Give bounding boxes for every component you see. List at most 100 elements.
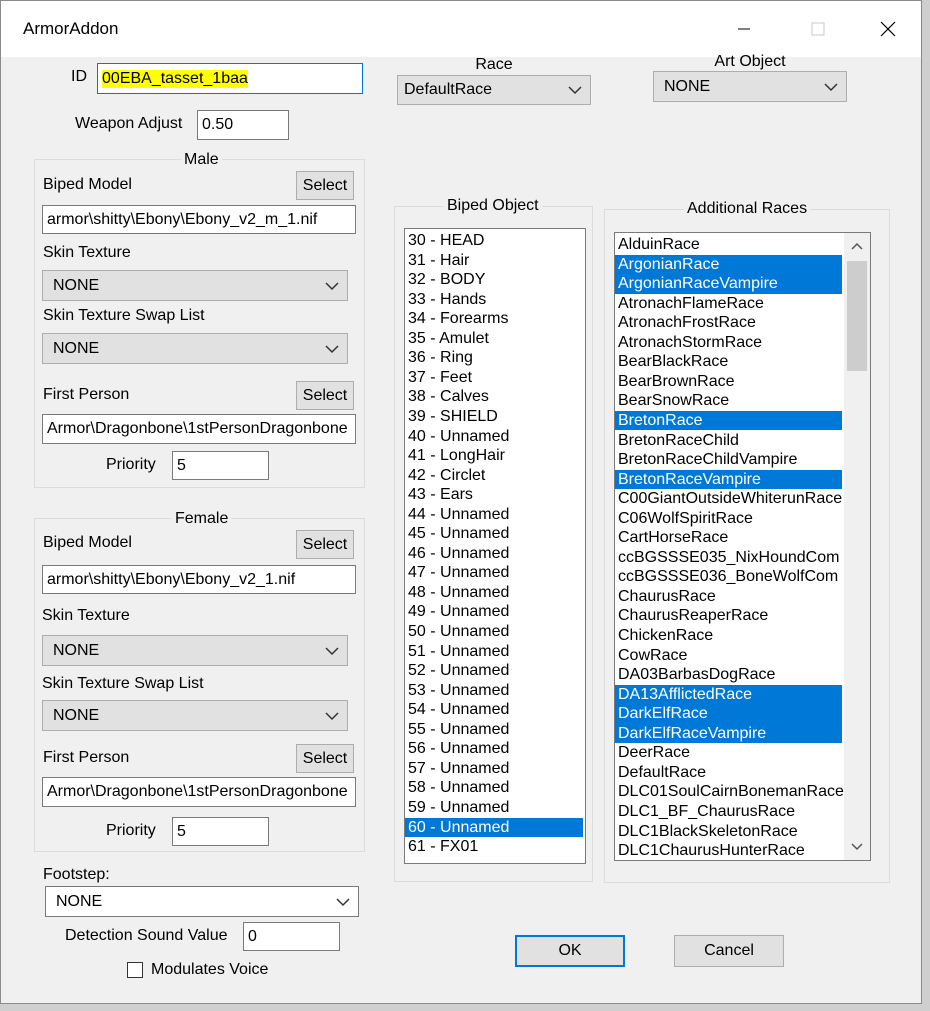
races-scrollbar[interactable] — [844, 233, 870, 860]
list-item[interactable]: C06WolfSpiritRace — [615, 509, 842, 529]
biped-object-list[interactable]: 30 - HEAD 31 - Hair 32 - BODY 33 - Hands 34 … — [404, 228, 586, 864]
female-priority-input[interactable]: 5 — [172, 817, 269, 846]
list-item[interactable]: ChaurusReaperRace — [615, 606, 842, 626]
list-item[interactable]: ArgonianRaceVampire — [615, 274, 842, 294]
male-priority-input[interactable]: 5 — [172, 451, 269, 480]
list-item[interactable]: DLC1_BF_ChaurusRace — [615, 802, 842, 822]
female-swap-list-dropdown[interactable]: NONE — [42, 700, 348, 731]
list-item[interactable]: DLC1BlackSkeletonRace — [615, 822, 842, 842]
list-item[interactable]: 60 - Unnamed — [405, 817, 583, 837]
weapon-adjust-input[interactable]: 0.50 — [197, 110, 289, 140]
female-first-person-select-button[interactable]: Select — [296, 744, 354, 773]
close-button[interactable] — [865, 11, 911, 47]
list-item[interactable]: 58 - Unnamed — [405, 778, 583, 798]
list-item[interactable]: 53 - Unnamed — [405, 681, 583, 701]
list-item[interactable]: DarkElfRaceVampire — [615, 723, 842, 744]
list-item[interactable]: ccBGSSSE036_BoneWolfCom — [615, 567, 842, 587]
list-item[interactable]: 61 - FX01 — [405, 837, 583, 857]
detection-sound-label: Detection Sound Value — [65, 927, 228, 944]
list-item[interactable]: AtronachStormRace — [615, 333, 842, 353]
list-item[interactable]: 33 - Hands — [405, 290, 583, 310]
list-item[interactable]: 41 - LongHair — [405, 446, 583, 466]
list-item[interactable]: 59 - Unnamed — [405, 798, 583, 818]
list-item[interactable]: DA13AfflictedRace — [615, 684, 842, 705]
list-item[interactable]: 43 - Ears — [405, 485, 583, 505]
scroll-up-button[interactable] — [844, 233, 870, 259]
male-first-person-select-button[interactable]: Select — [296, 381, 354, 410]
races-scroll-thumb[interactable] — [847, 261, 867, 371]
list-item[interactable]: 46 - Unnamed — [405, 544, 583, 564]
list-item[interactable]: 36 - Ring — [405, 348, 583, 368]
list-item[interactable]: 45 - Unnamed — [405, 524, 583, 544]
list-item[interactable]: BretonRace — [615, 410, 842, 431]
list-item[interactable]: CowRace — [615, 646, 842, 666]
female-biped-select-button[interactable]: Select — [296, 530, 354, 559]
list-item[interactable]: 52 - Unnamed — [405, 661, 583, 681]
list-item[interactable]: 34 - Forearms — [405, 309, 583, 329]
list-item[interactable]: DA03BarbasDogRace — [615, 665, 842, 685]
list-item[interactable]: 31 - Hair — [405, 251, 583, 271]
male-skin-texture-dropdown[interactable]: NONE — [42, 270, 348, 301]
minimize-button[interactable] — [721, 11, 767, 47]
cancel-button[interactable]: Cancel — [674, 935, 784, 967]
list-item[interactable]: DLC01SoulCairnBonemanRace — [615, 782, 844, 802]
list-item[interactable]: CartHorseRace — [615, 528, 842, 548]
female-skin-texture-label: Skin Texture — [42, 607, 130, 624]
list-item[interactable]: DarkElfRace — [615, 704, 842, 724]
list-item[interactable]: 50 - Unnamed — [405, 622, 583, 642]
list-item[interactable]: 37 - Feet — [405, 368, 583, 388]
list-item[interactable]: DLC1ChaurusHunterRace — [615, 841, 842, 860]
list-item[interactable]: 42 - Circlet — [405, 466, 583, 486]
list-item[interactable]: BearBlackRace — [615, 352, 842, 372]
list-item[interactable]: AlduinRace — [615, 235, 842, 255]
list-item[interactable]: BearSnowRace — [615, 391, 842, 411]
female-first-person-input[interactable]: Armor\Dragonbone\1stPersonDragonbone — [42, 777, 356, 807]
additional-races-list[interactable]: AlduinRace ArgonianRace ArgonianRaceVampir… — [614, 232, 871, 861]
list-item[interactable]: BearBrownRace — [615, 372, 842, 392]
list-item[interactable]: AtronachFlameRace — [615, 294, 842, 314]
detection-sound-input[interactable]: 0 — [243, 922, 340, 951]
list-item[interactable]: 54 - Unnamed — [405, 700, 583, 720]
list-item[interactable]: ChickenRace — [615, 626, 842, 646]
list-item[interactable]: DefaultRace — [615, 763, 842, 783]
list-item[interactable]: C00GiantOutsideWhiterunRace — [615, 489, 842, 509]
male-biped-select-button[interactable]: Select — [296, 171, 354, 200]
list-item[interactable]: 48 - Unnamed — [405, 583, 583, 603]
list-item[interactable]: 51 - Unnamed — [405, 642, 583, 662]
list-item[interactable]: ccBGSSSE035_NixHoundCom — [615, 548, 842, 568]
art-object-dropdown[interactable]: NONE — [653, 71, 847, 102]
list-item[interactable]: BretonRaceChildVampire — [615, 450, 842, 470]
list-item[interactable]: AtronachFrostRace — [615, 313, 842, 333]
list-item[interactable]: 47 - Unnamed — [405, 563, 583, 583]
footstep-dropdown[interactable]: NONE — [45, 886, 359, 917]
list-item[interactable]: ChaurusRace — [615, 587, 842, 607]
list-item[interactable]: 35 - Amulet — [405, 329, 583, 349]
list-item[interactable]: 32 - BODY — [405, 270, 583, 290]
list-item[interactable]: BretonRaceVampire — [615, 469, 842, 490]
male-first-person-input[interactable]: Armor\Dragonbone\1stPersonDragonbone — [42, 414, 356, 444]
female-biped-model-input[interactable]: armor\shitty\Ebony\Ebony_v2_1.nif — [42, 565, 356, 594]
id-input[interactable]: 00EBA_tasset_1baa — [97, 63, 363, 94]
list-item[interactable]: ArgonianRace — [615, 254, 842, 275]
list-item[interactable]: DeerRace — [615, 743, 842, 763]
ok-button[interactable]: OK — [515, 935, 625, 967]
list-item[interactable]: 56 - Unnamed — [405, 739, 583, 759]
list-item[interactable]: 57 - Unnamed — [405, 759, 583, 779]
list-item[interactable]: 40 - Unnamed — [405, 427, 583, 447]
list-item[interactable]: 39 - SHIELD — [405, 407, 583, 427]
list-item[interactable]: 44 - Unnamed — [405, 505, 583, 525]
male-swap-list-dropdown[interactable]: NONE — [42, 333, 348, 364]
list-item[interactable]: 55 - Unnamed — [405, 720, 583, 740]
list-item[interactable]: 49 - Unnamed — [405, 602, 583, 622]
female-skin-texture-dropdown[interactable]: NONE — [42, 635, 348, 666]
male-biped-model-input[interactable]: armor\shitty\Ebony\Ebony_v2_m_1.nif — [42, 205, 356, 234]
title-bar[interactable]: ArmorAddon — [1, 1, 921, 57]
list-item[interactable]: 30 - HEAD — [405, 231, 583, 251]
female-skin-texture-value: NONE — [53, 641, 100, 659]
list-item[interactable]: 38 - Calves — [405, 387, 583, 407]
list-item[interactable]: BretonRaceChild — [615, 431, 842, 451]
female-priority-value: 5 — [177, 822, 186, 840]
scroll-down-button[interactable] — [844, 834, 870, 860]
modulates-voice-checkbox[interactable] — [127, 962, 143, 978]
race-dropdown[interactable]: DefaultRace — [397, 75, 591, 105]
